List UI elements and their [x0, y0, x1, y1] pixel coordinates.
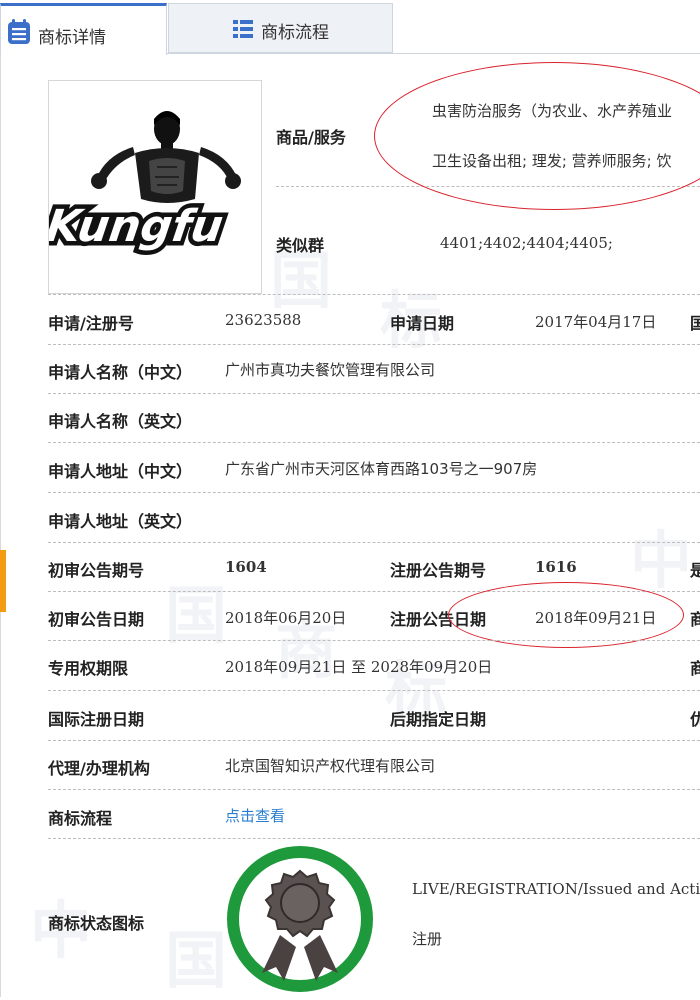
reg-no-value: 23623588	[225, 311, 302, 329]
status-text: LIVE/REGISTRATION/Issued and Activ	[412, 880, 700, 898]
status-icon-label: 商标状态图标	[48, 914, 145, 933]
goods-services-label: 商品/服务	[276, 128, 346, 147]
tab-trademark-detail[interactable]: 商标详情	[0, 3, 167, 55]
prelim-pub-date-value: 2018年06月20日	[225, 609, 347, 627]
row-divider	[48, 492, 700, 493]
row-divider	[48, 344, 700, 345]
row-divider	[48, 838, 700, 839]
row-divider	[48, 640, 700, 641]
tab-bar: 商标详情 商标流程	[0, 0, 700, 55]
exclusive-period-value: 2018年09月21日 至 2028年09月20日	[225, 658, 493, 676]
prelim-pub-date-label: 初审公告日期	[48, 610, 145, 629]
applicant-name-cn-label: 申请人名称（中文）	[48, 363, 193, 382]
trademark-image: Kungfu	[38, 80, 262, 294]
goods-services-line2: 卫生设备出租; 理发; 营养师服务; 饮	[432, 152, 672, 170]
goods-services-line1: 虫害防治服务（为农业、水产养殖业	[432, 102, 673, 120]
reg-pub-no-value: 1616	[535, 558, 577, 576]
reg-pub-date-label: 注册公告日期	[390, 610, 487, 629]
cut-off-label: 优	[690, 710, 700, 729]
row-divider	[48, 740, 700, 741]
status-text-cn: 注册	[412, 930, 443, 948]
tab-divider	[167, 53, 700, 54]
row-divider	[48, 591, 700, 592]
prelim-pub-no-value: 1604	[225, 558, 267, 576]
agent-label: 代理/办理机构	[48, 759, 150, 778]
similar-group-value: 4401;4402;4404;4405;	[440, 234, 613, 252]
exclusive-period-label: 专用权期限	[48, 659, 129, 678]
app-date-value: 2017年04月17日	[535, 313, 657, 331]
notebook-icon	[7, 19, 31, 50]
row-divider	[48, 393, 700, 394]
row-divider	[48, 690, 700, 691]
later-designation-date-label: 后期指定日期	[390, 710, 487, 729]
applicant-address-cn-value: 广东省广州市天河区体育西路103号之一907房	[225, 460, 538, 478]
intl-reg-date-label: 国际注册日期	[48, 710, 145, 729]
reg-pub-no-label: 注册公告期号	[390, 561, 487, 580]
logo-wordmark: Kungfu	[49, 201, 226, 252]
tab-label-detail: 商标详情	[38, 28, 106, 48]
app-date-label: 申请日期	[390, 314, 455, 333]
kungfu-fighter-logo: Kungfu	[38, 111, 241, 256]
row-divider	[48, 789, 700, 790]
trademark-flow-label: 商标流程	[48, 809, 113, 828]
view-flow-link[interactable]: 点击查看	[225, 805, 285, 826]
side-accent-bar	[0, 550, 6, 612]
row-divider	[48, 294, 700, 295]
applicant-address-en-label: 申请人地址（英文）	[48, 512, 193, 531]
registered-badge-icon	[224, 843, 376, 999]
applicant-name-cn-value: 广州市真功夫餐饮管理有限公司	[225, 361, 436, 379]
tab-trademark-flow[interactable]: 商标流程	[168, 3, 393, 53]
tab-label-flow: 商标流程	[261, 23, 329, 43]
cut-off-label: 商	[690, 659, 700, 678]
row-divider	[48, 542, 700, 543]
row-divider	[48, 442, 700, 443]
similar-group-label: 类似群	[276, 236, 325, 255]
applicant-name-en-label: 申请人名称（英文）	[48, 412, 193, 431]
prelim-pub-no-label: 初审公告期号	[48, 561, 145, 580]
list-icon	[233, 20, 253, 43]
row-divider	[276, 186, 700, 187]
cut-off-label: 商	[690, 610, 700, 629]
cut-off-label: 是	[690, 561, 700, 580]
agent-value: 北京国智知识产权代理有限公司	[225, 757, 436, 775]
reg-no-label: 申请/注册号	[48, 314, 134, 333]
applicant-address-cn-label: 申请人地址（中文）	[48, 462, 193, 481]
cut-off-label: 国	[690, 314, 700, 333]
reg-pub-date-value: 2018年09月21日	[535, 609, 657, 627]
